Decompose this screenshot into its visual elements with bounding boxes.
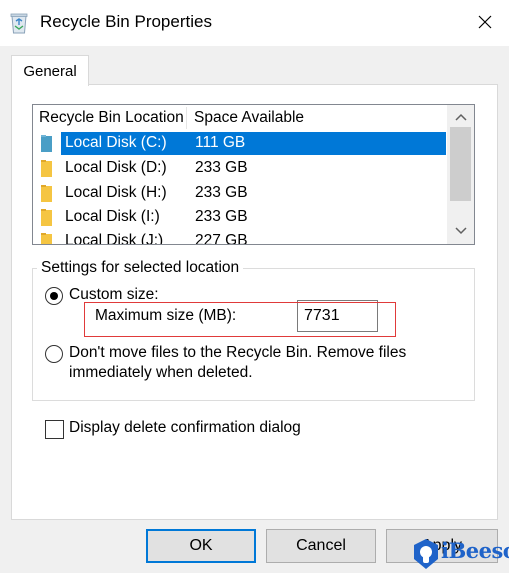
dont-move-label-continued[interactable]: immediately when deleted.	[69, 364, 253, 382]
column-header-space[interactable]: Space Available	[194, 109, 304, 127]
location-name: Local Disk (H:)	[65, 184, 167, 201]
radio-dot	[50, 292, 58, 300]
space-available: 233 GB	[195, 208, 248, 225]
custom-size-radio[interactable]	[45, 287, 63, 305]
tab-general[interactable]: General	[11, 55, 89, 86]
list-scrollbar[interactable]	[447, 105, 474, 244]
space-available: 111 GB	[195, 134, 246, 151]
scroll-up-button[interactable]	[447, 107, 474, 127]
delete-confirmation-label[interactable]: Display delete confirmation dialog	[69, 419, 301, 437]
dont-move-radio[interactable]	[45, 345, 63, 363]
folder-icon	[41, 160, 52, 177]
list-item[interactable]: Local Disk (D:) 233 GB	[33, 157, 458, 181]
scroll-down-button[interactable]	[447, 221, 474, 241]
chevron-down-icon	[454, 227, 467, 235]
location-name: Local Disk (D:)	[65, 159, 167, 176]
recycle-bin-icon	[10, 13, 28, 34]
list-item[interactable]: Local Disk (J:) 227 GB	[33, 230, 458, 245]
close-icon	[478, 15, 492, 29]
location-name: Local Disk (I:)	[65, 208, 160, 225]
location-list[interactable]: Recycle Bin Location Space Available Loc…	[32, 104, 475, 245]
scroll-thumb[interactable]	[450, 127, 471, 201]
list-item[interactable]: Local Disk (H:) 233 GB	[33, 182, 458, 206]
folder-icon	[41, 135, 52, 152]
folder-icon	[41, 209, 52, 226]
tab-general-label: General	[23, 62, 77, 80]
settings-group-label: Settings for selected location	[37, 259, 244, 277]
ok-button[interactable]: OK	[146, 529, 256, 563]
space-available: 233 GB	[195, 184, 248, 201]
annotation-highlight-box	[84, 302, 396, 337]
column-header-location[interactable]: Recycle Bin Location	[39, 109, 184, 127]
list-item[interactable]: Local Disk (I:) 233 GB	[33, 206, 458, 230]
close-button[interactable]	[473, 10, 497, 34]
location-name: Local Disk (J:)	[65, 232, 164, 245]
list-item[interactable]: Local Disk (C:) 111 GB	[33, 132, 458, 156]
space-available: 227 GB	[195, 232, 248, 245]
dont-move-label[interactable]: Don't move files to the Recycle Bin. Rem…	[69, 344, 406, 362]
chevron-up-icon	[454, 113, 467, 121]
list-header: Recycle Bin Location Space Available	[33, 105, 458, 132]
title-bar: Recycle Bin Properties	[0, 0, 509, 46]
delete-confirmation-checkbox[interactable]	[45, 420, 64, 439]
window-title: Recycle Bin Properties	[40, 12, 212, 31]
column-divider[interactable]	[186, 107, 187, 129]
cancel-button[interactable]: Cancel	[266, 529, 376, 563]
watermark-text: iBeesoft	[441, 538, 509, 563]
folder-icon	[41, 185, 52, 202]
location-name: Local Disk (C:)	[65, 134, 167, 151]
folder-icon	[41, 233, 52, 244]
space-available: 233 GB	[195, 159, 248, 176]
